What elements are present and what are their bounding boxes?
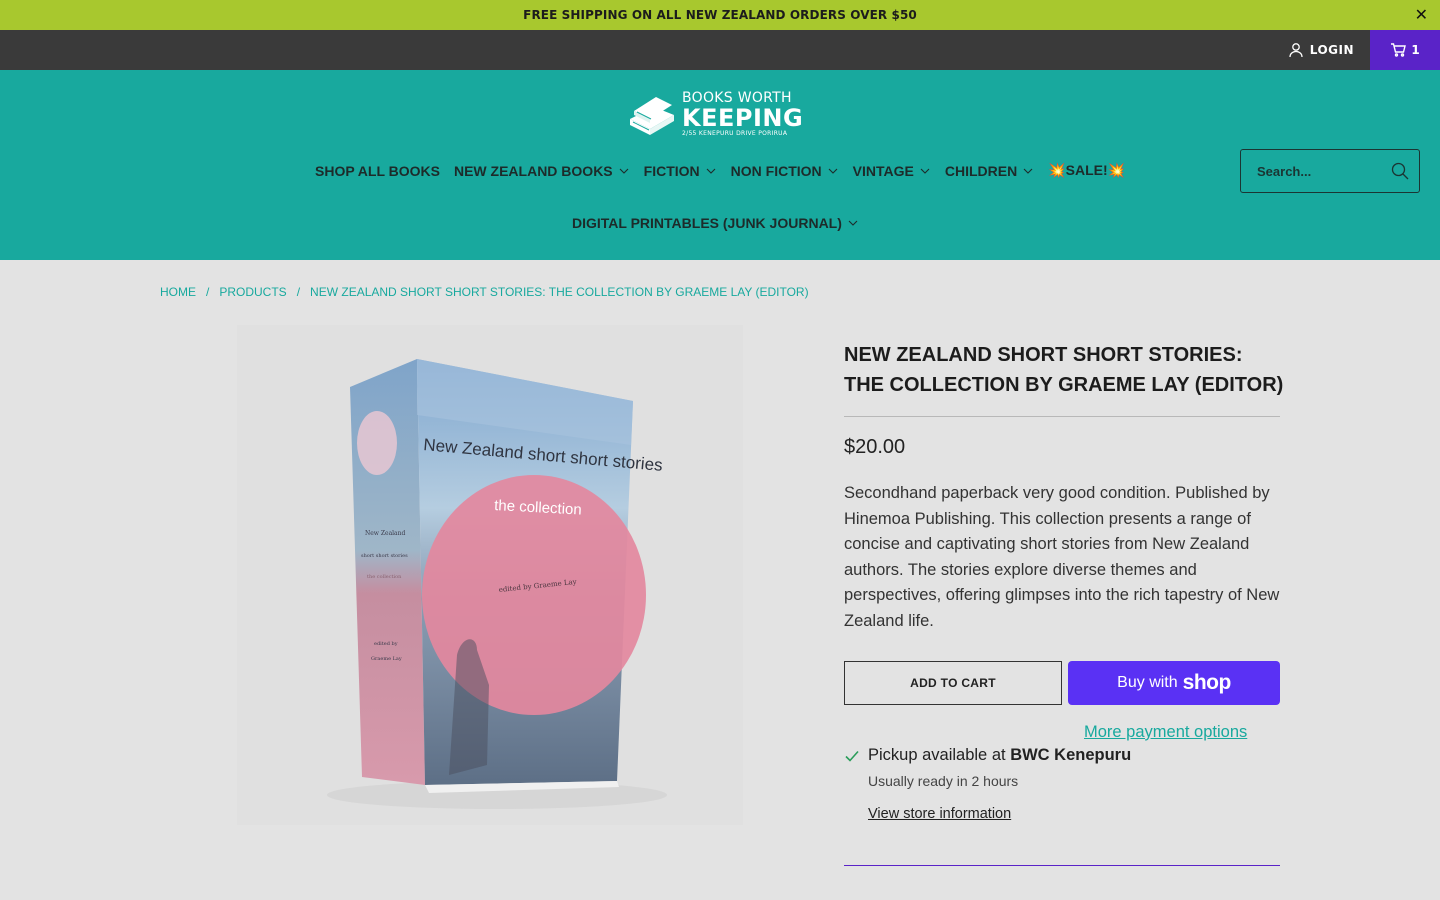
more-payment-options-link[interactable]: More payment options [1084,723,1247,742]
cart-icon [1391,43,1407,57]
logo-address: 2/55 KENEPURU DRIVE PORIRUA [682,130,788,137]
chevron-down-icon [848,220,858,226]
product-price: $20.00 [844,436,906,458]
cart-count: 1 [1411,43,1420,57]
nav-new-zealand-books[interactable]: NEW ZEALAND BOOKS [454,163,630,179]
search-icon[interactable] [1391,162,1409,180]
nav-fiction[interactable]: FICTION [644,163,717,179]
section-divider [844,865,1280,866]
spine-text-2: short short stories [361,553,408,559]
login-label: LOGIN [1309,43,1354,57]
nav-label: NEW ZEALAND BOOKS [453,162,613,179]
site-header: BOOKS WORTH KEEPING 2/55 KENEPURU DRIVE … [0,70,1440,260]
nav-label: CHILDREN [944,162,1018,179]
pickup-time: Usually ready in 2 hours [868,773,1019,789]
logo-line-1: BOOKS WORTH [682,90,792,106]
logo-text: BOOKS WORTH KEEPING 2/55 KENEPURU DRIVE … [682,91,803,137]
breadcrumb-products[interactable]: PRODUCTS [219,285,286,299]
breadcrumb-current[interactable]: NEW ZEALAND SHORT SHORT STORIES: THE COL… [310,285,809,299]
pickup-location: BWC Kenepuru [1010,746,1132,764]
spine-text-5: Graeme Lay [371,656,402,662]
breadcrumb-home[interactable]: HOME [160,285,196,299]
spine-text-1: New Zealand [365,530,406,537]
nav-digital-printables[interactable]: DIGITAL PRINTABLES (JUNK JOURNAL) [572,215,859,231]
nav-non-fiction[interactable]: NON FICTION [731,163,839,179]
nav-children[interactable]: CHILDREN [945,163,1034,179]
utility-bar: LOGIN 1 [0,30,1440,70]
logo-line-2: KEEPING [682,104,804,132]
breadcrumb-separator: / [296,285,301,299]
chevron-down-icon [828,168,838,174]
cart-button[interactable]: 1 [1370,30,1440,70]
spine-text-4: edited by [374,641,398,647]
chevron-down-icon [920,168,930,174]
view-store-information-link[interactable]: View store information [868,806,1011,822]
buy-with-label: Buy with [1117,674,1178,691]
announcement-text: FREE SHIPPING ON ALL NEW ZEALAND ORDERS … [523,8,917,22]
check-icon [845,750,859,762]
nav-shop-all-books[interactable]: SHOP ALL BOOKS [315,163,440,179]
nav-label: 💥SALE!💥 [1048,162,1126,178]
books-logo-icon [630,97,674,135]
nav-label: VINTAGE [852,162,914,179]
user-icon [1289,43,1303,58]
search-box[interactable] [1240,149,1420,193]
product-title: NEW ZEALAND SHORT SHORT STORIES: THE COL… [844,344,1284,396]
product-image[interactable]: New Zealand short short stories the coll… [237,325,743,825]
buy-with-shop-button[interactable]: Buy with shop [1068,661,1280,705]
nav-vintage[interactable]: VINTAGE [853,163,931,179]
close-icon[interactable]: ✕ [1415,5,1428,25]
nav-sale[interactable]: 💥SALE!💥 [1048,162,1125,179]
chevron-down-icon [1023,168,1033,174]
title-divider [844,416,1280,417]
nav-label: SHOP ALL BOOKS [315,162,440,179]
main-nav: SHOP ALL BOOKS NEW ZEALAND BOOKS FICTION… [315,162,1125,179]
pickup-text: Pickup available at BWC Kenepuru [868,746,1131,765]
book-cover-image: New Zealand short short stories the coll… [327,359,667,809]
nav-label: FICTION [643,162,700,179]
nav-label: NON FICTION [730,162,822,179]
chevron-down-icon [706,168,716,174]
add-to-cart-button[interactable]: ADD TO CART [844,661,1062,705]
chevron-down-icon [619,168,629,174]
shop-pay-logo: shop [1182,671,1232,694]
pickup-prefix: Pickup available at [868,746,1006,764]
site-logo[interactable]: BOOKS WORTH KEEPING 2/55 KENEPURU DRIVE … [628,88,812,140]
breadcrumb-separator: / [206,285,210,299]
spine-text-3: the collection [367,574,402,580]
pickup-availability: Pickup available at BWC Kenepuru [844,746,1131,766]
login-link[interactable]: LOGIN [1288,30,1354,70]
announcement-bar: FREE SHIPPING ON ALL NEW ZEALAND ORDERS … [0,0,1440,30]
breadcrumb: HOME / PRODUCTS / NEW ZEALAND SHORT SHOR… [160,285,809,299]
search-input[interactable] [1257,163,1377,179]
product-description: Secondhand paperback very good condition… [844,484,1280,630]
nav-label: DIGITAL PRINTABLES (JUNK JOURNAL) [572,215,842,231]
